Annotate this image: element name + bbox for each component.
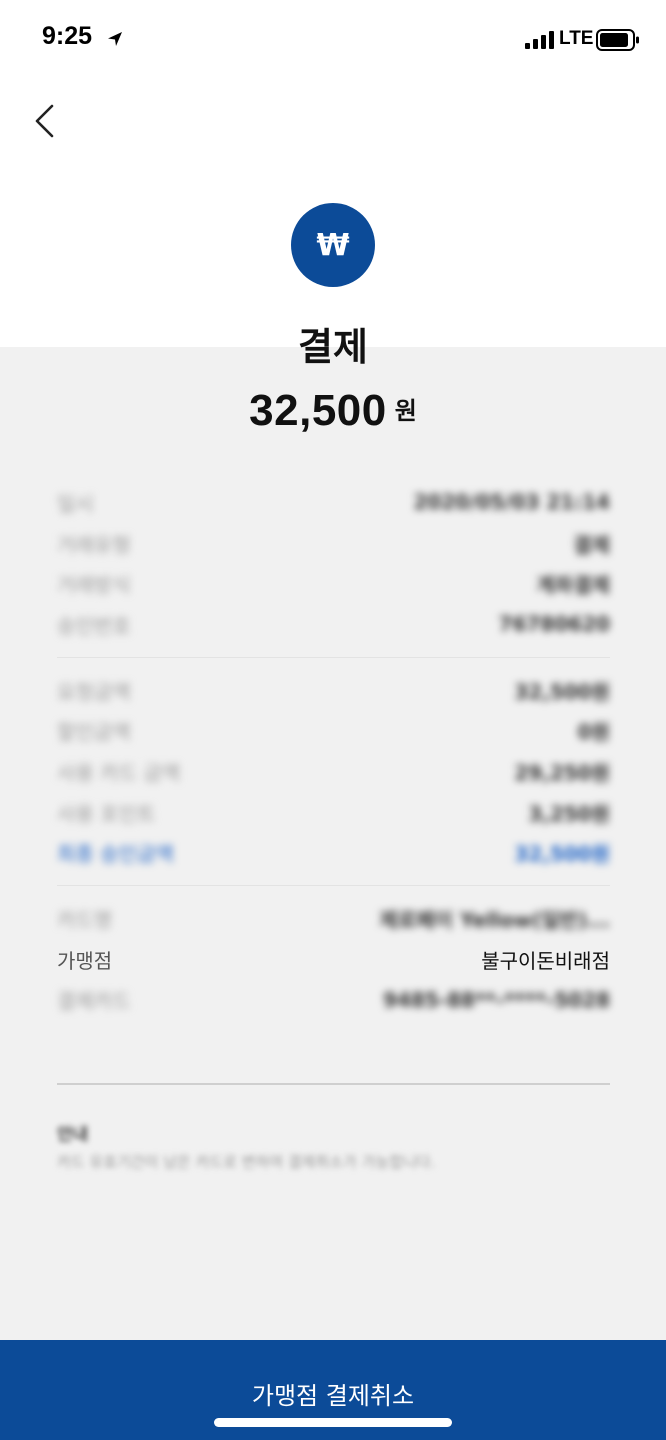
notice-divider: [57, 1083, 610, 1085]
detail-label: 거래방식: [57, 573, 131, 598]
detail-row-card-amount: 사용 카드 금액 29,250원: [57, 751, 610, 792]
detail-row-payment-card: 결제카드 9485-88**-****-5028: [57, 980, 610, 1021]
section-divider: [57, 656, 610, 658]
location-arrow-icon: [108, 32, 122, 46]
home-indicator: [214, 1418, 452, 1427]
detail-value: 29,250원: [514, 760, 610, 785]
detail-row-requested-amount: 요청금액 32,500원: [57, 670, 610, 711]
notice-text: 카드 유효기간이 남은 카드로 변하여 결제취소가 가능합니다.: [57, 1153, 436, 1171]
detail-label: 요청금액: [57, 679, 131, 704]
page-title: 결제: [298, 325, 368, 369]
detail-value: 9485-88**-****-5028: [383, 987, 610, 1012]
battery-icon: [596, 29, 639, 51]
network-type: LTE: [559, 28, 594, 49]
detail-value: 76780620: [498, 612, 610, 637]
detail-value: 계좌결제: [536, 573, 610, 598]
detail-label: 사용 카드 금액: [57, 760, 181, 785]
signal-strength-icon: [525, 31, 554, 49]
merchant-label: 가맹점: [57, 948, 113, 973]
detail-value: 3,250원: [528, 801, 610, 826]
detail-row-points: 사용 포인트 3,250원: [57, 792, 610, 833]
detail-row-datetime: 일시 2020/05/03 21:14: [57, 482, 610, 523]
detail-row-approval-number: 승인번호 76780620: [57, 604, 610, 645]
detail-label: 카드명: [57, 908, 113, 933]
detail-value: 제로페이 Yellow(일반)...: [379, 908, 610, 933]
detail-label: 최종 승인금액: [57, 842, 174, 867]
merchant-value: 불구이돈비래점: [481, 948, 610, 973]
detail-row-type: 거래유형 결제: [57, 523, 610, 564]
chevron-left-icon: [35, 104, 54, 138]
amount-unit: 원: [394, 397, 417, 425]
detail-label: 결제카드: [57, 989, 131, 1014]
notice-title: 안내: [57, 1125, 89, 1145]
detail-value: 결제: [573, 532, 610, 557]
detail-label: 승인번호: [57, 613, 131, 638]
payment-amount: 32,500 원: [0, 386, 666, 436]
detail-row-merchant: 가맹점 불구이돈비래점: [57, 939, 610, 980]
detail-row-card-name: 카드명 제로페이 Yellow(일반)...: [57, 898, 610, 939]
status-bar: 9:25 LTE: [0, 0, 666, 80]
detail-label: 할인금액: [57, 720, 131, 745]
detail-row-final-amount: 최종 승인금액 32,500원: [57, 833, 610, 874]
detail-row-method: 거래방식 계좌결제: [57, 563, 610, 604]
back-button[interactable]: [22, 96, 66, 146]
detail-row-discount: 할인금액 0원: [57, 710, 610, 751]
transaction-details: 일시 2020/05/03 21:14 거래유형 결제 거래방식 계좌결제 승인…: [57, 482, 610, 1020]
status-time: 9:25: [42, 22, 93, 50]
detail-label: 사용 포인트: [57, 801, 156, 826]
won-symbol: ₩: [316, 227, 350, 263]
amount-value: 32,500: [249, 386, 387, 435]
detail-value: 32,500원: [514, 679, 610, 704]
won-currency-icon: ₩: [291, 203, 375, 287]
section-divider: [57, 885, 610, 887]
detail-label: 일시: [57, 491, 94, 516]
detail-value: 0원: [577, 720, 610, 745]
payment-detail-screen: 9:25 LTE ₩ 결제 32,500 원 일시 2020/05/03 21:…: [0, 0, 666, 1440]
detail-label: 거래유형: [57, 532, 131, 557]
detail-value: 32,500원: [514, 842, 610, 867]
detail-value: 2020/05/03 21:14: [413, 490, 610, 515]
